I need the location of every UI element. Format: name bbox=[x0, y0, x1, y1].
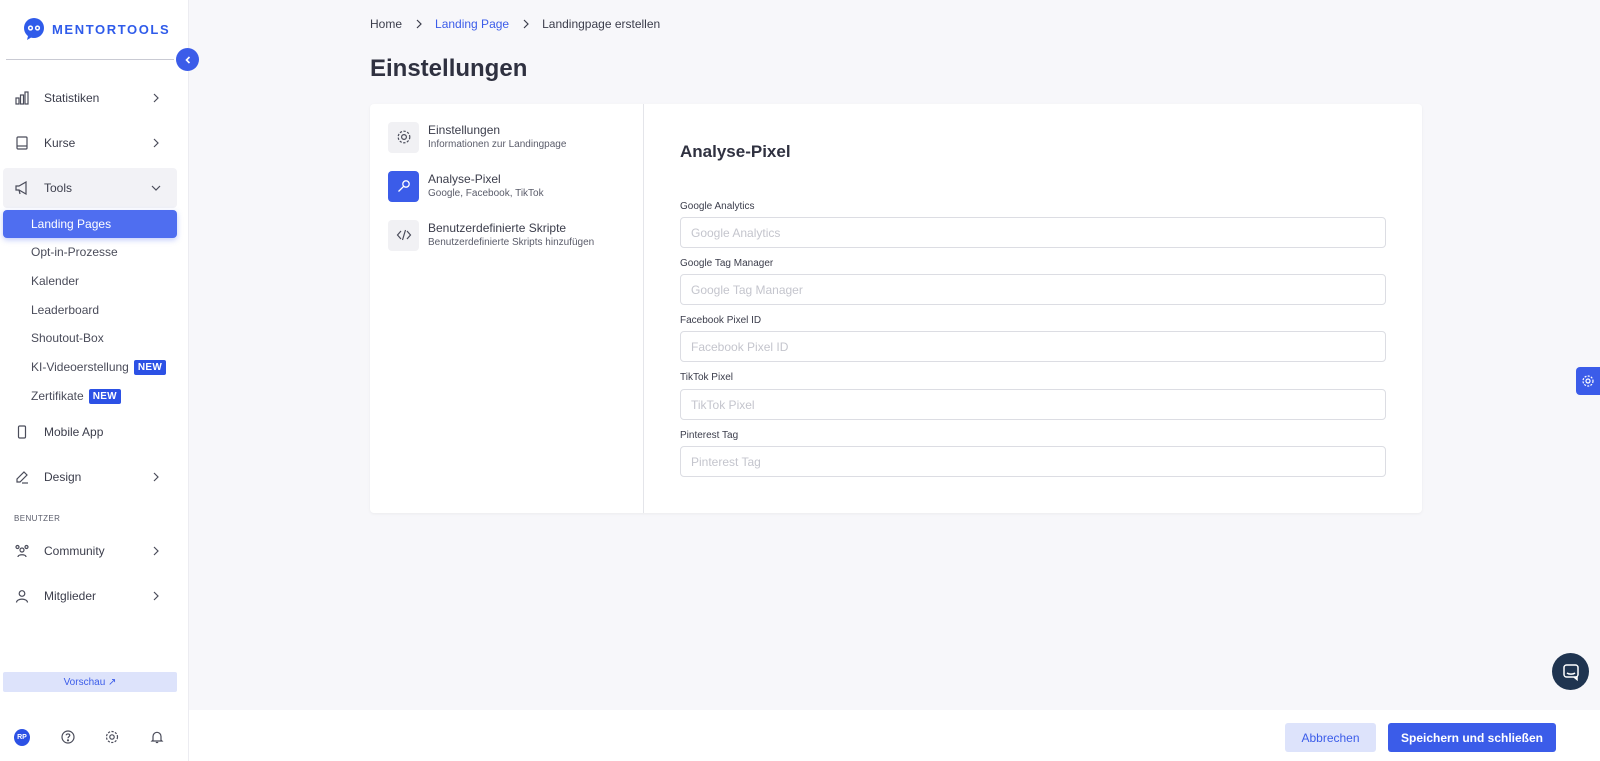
sidebar-item-label: Mobile App bbox=[44, 425, 104, 439]
avatar[interactable]: RP bbox=[14, 728, 30, 746]
gear-icon[interactable] bbox=[104, 729, 120, 745]
breadcrumb-home[interactable]: Home bbox=[370, 17, 402, 31]
chevron-right-icon bbox=[153, 93, 159, 103]
sidebar-item-mitglieder[interactable]: Mitglieder bbox=[3, 576, 177, 616]
sidebar-item-kurse[interactable]: Kurse bbox=[3, 123, 177, 163]
sidebar-item-mobile-app[interactable]: Mobile App bbox=[3, 412, 177, 452]
pinterest-tag-input[interactable] bbox=[680, 446, 1386, 477]
step-title: Einstellungen bbox=[428, 122, 501, 137]
google-tag-manager-input[interactable] bbox=[680, 274, 1386, 305]
chevron-down-icon bbox=[151, 185, 161, 191]
help-icon[interactable] bbox=[60, 729, 76, 745]
gear-icon bbox=[1582, 375, 1594, 387]
sidebar-item-zertifikate[interactable]: Zertifikate NEW bbox=[3, 382, 177, 410]
floating-settings-button[interactable] bbox=[1576, 367, 1600, 395]
step-subtitle: Informationen zur Landingpage bbox=[428, 138, 567, 150]
sidebar-item-label: Tools bbox=[44, 181, 73, 195]
tiktok-pixel-label: TikTok Pixel bbox=[680, 372, 733, 383]
chevron-left-icon bbox=[184, 55, 190, 64]
bar-chart-icon bbox=[14, 90, 30, 106]
megaphone-icon bbox=[14, 180, 30, 196]
panel-title: Analyse-Pixel bbox=[680, 142, 791, 161]
settings-card: Einstellungen Informationen zur Landingp… bbox=[370, 104, 1422, 513]
tiktok-pixel-input[interactable] bbox=[680, 389, 1386, 420]
sidebar-item-leaderboard[interactable]: Leaderboard bbox=[3, 296, 177, 324]
collapse-sidebar-button[interactable] bbox=[176, 48, 199, 71]
sidebar-item-label: Kurse bbox=[44, 136, 76, 150]
book-icon bbox=[14, 135, 30, 151]
new-badge: NEW bbox=[133, 359, 167, 375]
cancel-button[interactable]: Abbrechen bbox=[1285, 723, 1376, 752]
sidebar-item-label: Shoutout-Box bbox=[31, 331, 104, 345]
sidebar-item-label: Landing Pages bbox=[31, 217, 112, 231]
step-analyse-pixel[interactable]: Analyse-Pixel Google, Facebook, TikTok bbox=[388, 170, 628, 202]
gear-icon bbox=[388, 121, 419, 153]
sidebar-item-label: Design bbox=[44, 470, 82, 484]
chat-icon bbox=[1562, 663, 1579, 681]
chevron-right-icon bbox=[153, 472, 159, 482]
pinterest-tag-label: Pinterest Tag bbox=[680, 430, 739, 441]
sidebar-item-kalender[interactable]: Kalender bbox=[3, 267, 177, 295]
save-and-close-button[interactable]: Speichern und schließen bbox=[1388, 723, 1556, 752]
section-label-users: BENUTZER bbox=[14, 514, 61, 523]
divider bbox=[6, 59, 174, 60]
chevron-right-icon bbox=[523, 19, 529, 29]
avatar-initials: RP bbox=[14, 728, 30, 746]
sidebar-footer: RP bbox=[0, 726, 189, 748]
step-title: Benutzerdefinierte Skripte bbox=[428, 220, 567, 235]
sidebar-item-label: Mitglieder bbox=[44, 589, 97, 603]
sidebar-item-label: Zertifikate bbox=[31, 389, 84, 403]
logo-icon bbox=[24, 18, 44, 40]
step-subtitle: Benutzerdefinierte Skripts hinzufügen bbox=[428, 236, 595, 248]
sidebar-item-landing-pages[interactable]: Landing Pages bbox=[3, 210, 177, 238]
phone-icon bbox=[14, 424, 30, 440]
chevron-right-icon bbox=[153, 591, 159, 601]
step-benutzerdefinierte-skripte[interactable]: Benutzerdefinierte Skripte Benutzerdefin… bbox=[388, 219, 628, 251]
sidebar-item-ki-video[interactable]: KI-Videoerstellung NEW bbox=[3, 353, 177, 381]
sidebar-item-label: Statistiken bbox=[44, 91, 100, 105]
sidebar-item-tools[interactable]: Tools bbox=[3, 168, 177, 208]
sidebar-item-label: Opt-in-Prozesse bbox=[31, 245, 118, 259]
sidebar-item-label: Community bbox=[44, 544, 105, 558]
facebook-pixel-label: Facebook Pixel ID bbox=[680, 315, 762, 326]
chevron-right-icon bbox=[416, 19, 422, 29]
sidebar-item-label: Leaderboard bbox=[31, 303, 100, 317]
page-title: Einstellungen bbox=[370, 55, 528, 82]
sidebar: MENTORTOOLS Statistiken Kurse Tools Land… bbox=[0, 0, 189, 761]
breadcrumb-current: Landingpage erstellen bbox=[542, 17, 661, 31]
facebook-pixel-input[interactable] bbox=[680, 331, 1386, 362]
step-title: Analyse-Pixel bbox=[428, 171, 501, 186]
sidebar-item-community[interactable]: Community bbox=[3, 531, 177, 571]
code-icon bbox=[388, 219, 419, 251]
brand-logo[interactable]: MENTORTOOLS bbox=[22, 17, 170, 41]
brand-name: MENTORTOOLS bbox=[52, 21, 171, 37]
edit-icon bbox=[14, 469, 30, 485]
step-einstellungen[interactable]: Einstellungen Informationen zur Landingp… bbox=[388, 121, 628, 153]
google-analytics-input[interactable] bbox=[680, 217, 1386, 248]
sidebar-item-opt-in[interactable]: Opt-in-Prozesse bbox=[3, 238, 177, 266]
chevron-right-icon bbox=[153, 546, 159, 556]
new-badge: NEW bbox=[88, 388, 121, 404]
user-icon bbox=[14, 588, 30, 604]
step-subtitle: Google, Facebook, TikTok bbox=[428, 187, 544, 199]
google-tag-manager-label: Google Tag Manager bbox=[680, 258, 774, 269]
breadcrumb-landing-page[interactable]: Landing Page bbox=[435, 17, 509, 31]
breadcrumb: Home Landing Page Landingpage erstellen bbox=[370, 17, 660, 31]
wand-icon bbox=[388, 170, 419, 202]
sidebar-item-label: KI-Videoerstellung bbox=[31, 360, 129, 374]
users-icon bbox=[14, 543, 30, 559]
google-analytics-label: Google Analytics bbox=[680, 201, 755, 212]
chevron-right-icon bbox=[153, 138, 159, 148]
preview-button[interactable]: Vorschau ↗ bbox=[3, 672, 177, 692]
sidebar-item-statistiken[interactable]: Statistiken bbox=[3, 78, 177, 118]
chat-launcher-button[interactable] bbox=[1552, 653, 1589, 690]
bell-icon[interactable] bbox=[149, 729, 165, 745]
sidebar-item-design[interactable]: Design bbox=[3, 457, 177, 497]
divider bbox=[643, 104, 644, 513]
sidebar-item-shoutout-box[interactable]: Shoutout-Box bbox=[3, 324, 177, 352]
sidebar-item-label: Kalender bbox=[31, 274, 80, 288]
